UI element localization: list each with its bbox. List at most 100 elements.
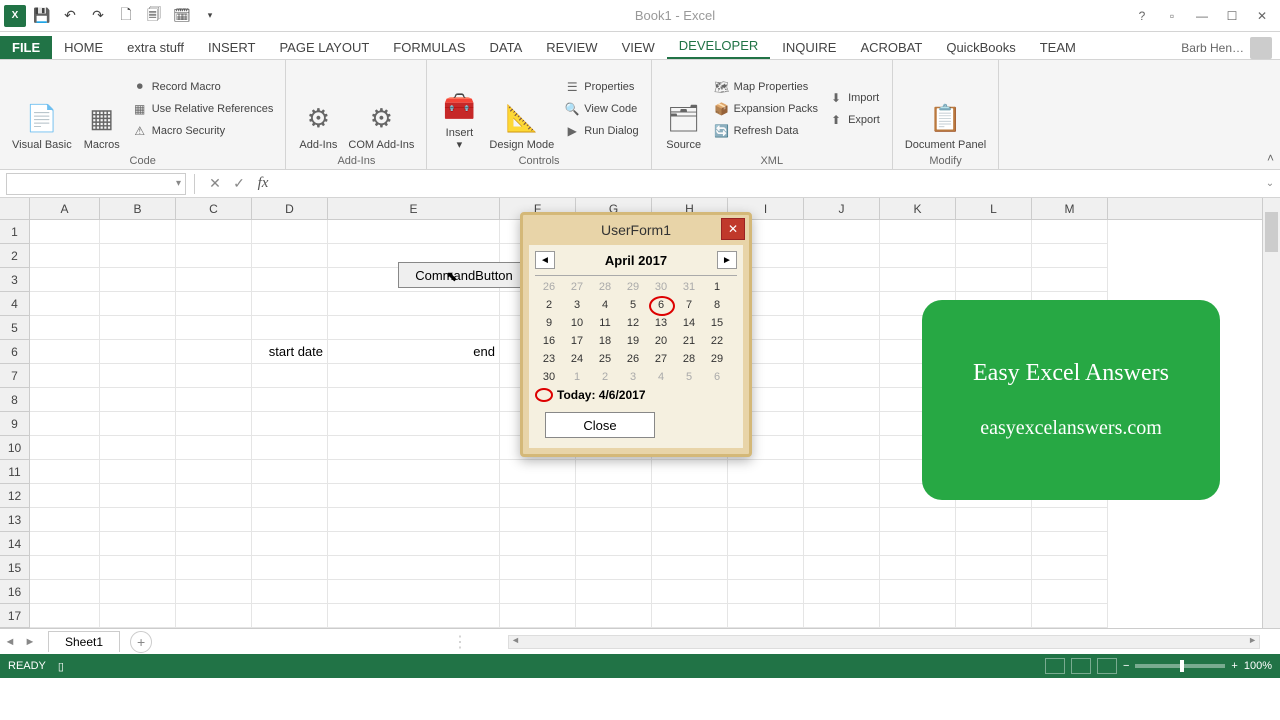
cell[interactable] <box>176 580 252 604</box>
cell[interactable] <box>956 556 1032 580</box>
export-button[interactable]: ⬆Export <box>824 110 884 130</box>
page-break-view-icon[interactable] <box>1097 658 1117 674</box>
cell[interactable] <box>100 580 176 604</box>
cell[interactable] <box>252 436 328 460</box>
cell[interactable] <box>252 244 328 268</box>
calendar-day[interactable]: 1 <box>563 368 591 386</box>
cell[interactable] <box>176 436 252 460</box>
cell[interactable] <box>652 532 728 556</box>
cell[interactable] <box>500 604 576 628</box>
cell[interactable] <box>328 364 500 388</box>
cell[interactable] <box>1032 532 1108 556</box>
cell[interactable] <box>1032 220 1108 244</box>
user-area[interactable]: Barb Hen… <box>1181 37 1280 59</box>
cell[interactable] <box>100 460 176 484</box>
cell[interactable] <box>100 220 176 244</box>
vertical-scrollbar[interactable] <box>1262 198 1280 628</box>
import-button[interactable]: ⬇Import <box>824 88 884 108</box>
cell[interactable] <box>252 316 328 340</box>
row-header[interactable]: 12 <box>0 484 29 508</box>
cell[interactable] <box>252 556 328 580</box>
quick-print-icon[interactable]: 🗓 <box>170 4 194 28</box>
tab-acrobat[interactable]: ACROBAT <box>848 36 934 59</box>
cell[interactable] <box>328 484 500 508</box>
cell[interactable] <box>1032 556 1108 580</box>
cell[interactable] <box>252 604 328 628</box>
cell[interactable] <box>1032 580 1108 604</box>
cell[interactable] <box>880 556 956 580</box>
help-icon[interactable]: ? <box>1128 5 1156 27</box>
cell[interactable] <box>30 220 100 244</box>
cell[interactable] <box>500 460 576 484</box>
cell[interactable] <box>30 316 100 340</box>
cell[interactable] <box>804 364 880 388</box>
calendar-next-icon[interactable]: ► <box>717 251 737 269</box>
calendar-day[interactable]: 23 <box>535 350 563 368</box>
cell[interactable] <box>500 580 576 604</box>
cell[interactable] <box>328 580 500 604</box>
qat-customize-icon[interactable]: ▾ <box>198 4 222 28</box>
cancel-formula-icon[interactable]: ✕ <box>203 173 227 195</box>
calendar-day[interactable]: 5 <box>619 296 647 314</box>
cell[interactable] <box>100 412 176 436</box>
cell[interactable] <box>804 604 880 628</box>
cell[interactable] <box>328 532 500 556</box>
cell[interactable] <box>30 412 100 436</box>
calendar-day[interactable]: 13 <box>647 314 675 332</box>
cell[interactable] <box>328 604 500 628</box>
cell[interactable] <box>1032 244 1108 268</box>
cell[interactable] <box>30 604 100 628</box>
row-header[interactable]: 10 <box>0 436 29 460</box>
cell[interactable] <box>176 388 252 412</box>
cell[interactable] <box>252 268 328 292</box>
cell[interactable] <box>100 508 176 532</box>
calendar-day[interactable]: 30 <box>647 278 675 296</box>
cell[interactable] <box>176 340 252 364</box>
calendar-day[interactable]: 28 <box>591 278 619 296</box>
cell[interactable] <box>804 244 880 268</box>
calendar-day[interactable]: 6 <box>647 296 675 314</box>
cell[interactable] <box>176 316 252 340</box>
cell[interactable] <box>652 604 728 628</box>
save-icon[interactable]: 💾 <box>30 4 54 28</box>
cell[interactable] <box>252 388 328 412</box>
cell[interactable] <box>30 460 100 484</box>
collapse-ribbon-icon[interactable]: ˄ <box>1267 151 1274 165</box>
cell[interactable] <box>880 268 956 292</box>
calendar-day[interactable]: 20 <box>647 332 675 350</box>
zoom-level[interactable]: 100% <box>1244 660 1272 672</box>
cell[interactable] <box>956 244 1032 268</box>
expansion-packs-button[interactable]: 📦Expansion Packs <box>710 99 822 119</box>
cell[interactable] <box>956 580 1032 604</box>
calendar-day[interactable]: 24 <box>563 350 591 368</box>
calendar-day[interactable]: 19 <box>619 332 647 350</box>
calendar-day[interactable]: 4 <box>591 296 619 314</box>
cell[interactable] <box>100 268 176 292</box>
refresh-data-button[interactable]: 🔄Refresh Data <box>710 121 822 141</box>
cell[interactable] <box>176 364 252 388</box>
cell[interactable] <box>328 508 500 532</box>
cell[interactable] <box>328 220 500 244</box>
cell[interactable] <box>804 292 880 316</box>
row-header[interactable]: 11 <box>0 460 29 484</box>
calendar-day[interactable]: 11 <box>591 314 619 332</box>
column-header[interactable]: L <box>956 198 1032 219</box>
cell[interactable] <box>804 580 880 604</box>
calendar-day[interactable]: 31 <box>675 278 703 296</box>
cell[interactable] <box>100 604 176 628</box>
cell[interactable] <box>956 268 1032 292</box>
tab-quickbooks[interactable]: QuickBooks <box>934 36 1027 59</box>
cell[interactable] <box>956 220 1032 244</box>
cell[interactable] <box>804 508 880 532</box>
column-header[interactable]: K <box>880 198 956 219</box>
formula-input[interactable] <box>275 173 1260 195</box>
cell[interactable] <box>30 508 100 532</box>
tab-review[interactable]: REVIEW <box>534 36 609 59</box>
cell[interactable] <box>804 436 880 460</box>
calendar-day[interactable]: 5 <box>675 368 703 386</box>
tab-page-layout[interactable]: PAGE LAYOUT <box>267 36 381 59</box>
tab-team[interactable]: TEAM <box>1028 36 1088 59</box>
zoom-in-icon[interactable]: + <box>1231 660 1237 672</box>
cell[interactable] <box>652 580 728 604</box>
calendar-day[interactable]: 10 <box>563 314 591 332</box>
